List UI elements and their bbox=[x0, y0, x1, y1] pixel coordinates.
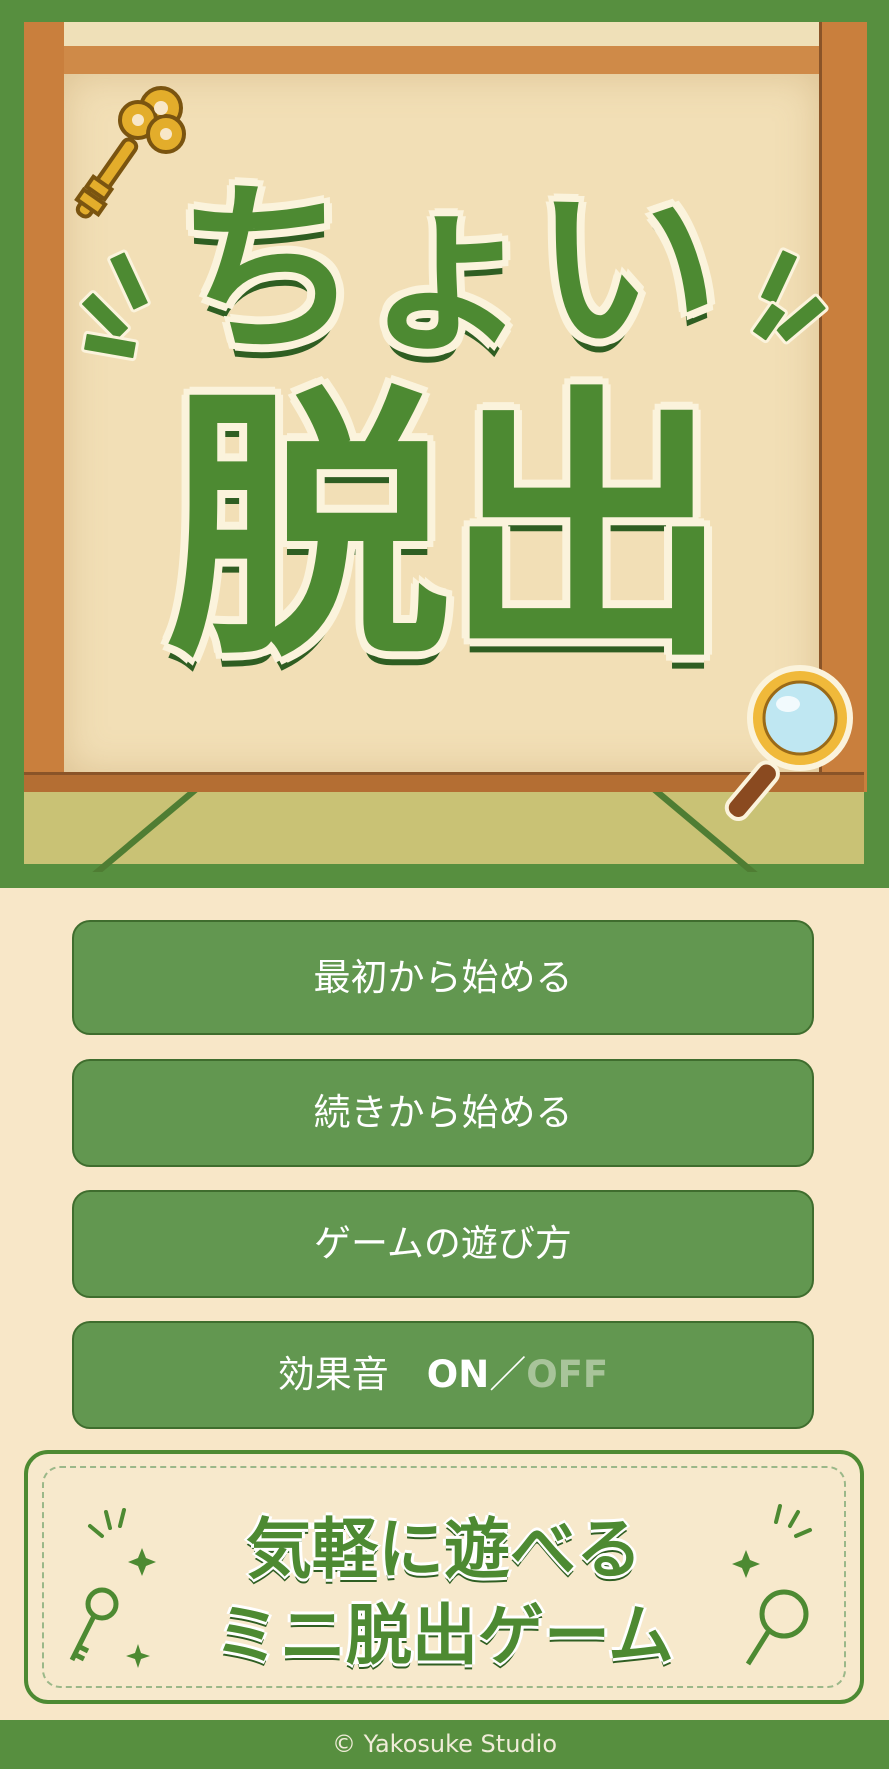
sound-off-option[interactable]: OFF bbox=[526, 1353, 608, 1396]
start-new-game-button[interactable]: 最初から始める bbox=[72, 920, 814, 1035]
upper-strip bbox=[64, 22, 819, 49]
continue-game-button[interactable]: 続きから始める bbox=[72, 1059, 814, 1167]
banner-headline-line2: ミニ脱出ゲーム bbox=[213, 1597, 675, 1674]
game-title-line2: 脱出 bbox=[165, 364, 730, 696]
sound-separator: ／ bbox=[489, 1353, 527, 1396]
promo-banner: 気軽に遊べる ミニ脱出ゲーム bbox=[24, 1450, 864, 1704]
key-icon bbox=[74, 86, 186, 219]
top-beam bbox=[64, 46, 819, 77]
title-artwork: ちょい 脱出 bbox=[0, 0, 889, 888]
sound-effect-label: 効果音 bbox=[277, 1353, 389, 1396]
copyright-footer: © Yakosuke Studio bbox=[0, 1720, 889, 1769]
how-to-play-button[interactable]: ゲームの遊び方 bbox=[72, 1190, 814, 1298]
sound-on-option[interactable]: ON bbox=[427, 1353, 489, 1396]
banner-headline-line1: 気軽に遊べる bbox=[246, 1511, 642, 1588]
magnifier-icon bbox=[724, 665, 853, 822]
sound-toggle-button[interactable]: 効果音 ON／OFF bbox=[72, 1321, 814, 1429]
